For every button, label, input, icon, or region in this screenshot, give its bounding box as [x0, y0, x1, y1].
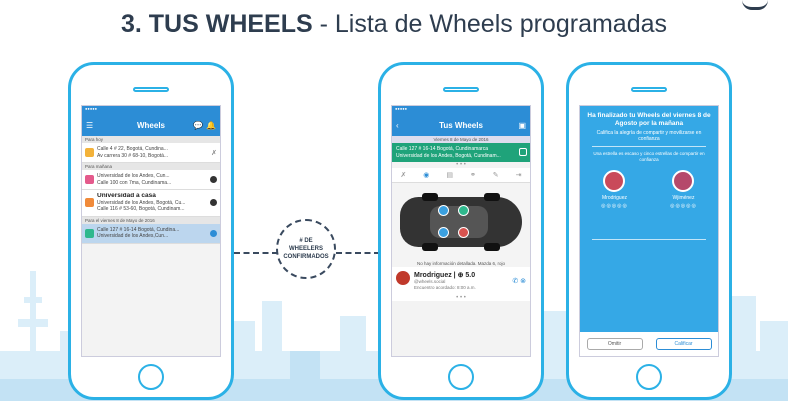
- badge-line-1: # DE WHEELERS: [288, 238, 323, 252]
- walk-icon[interactable]: ✗: [400, 171, 406, 179]
- route-destination: Universidad de los Andes, Bogotá, Cundin…: [396, 152, 501, 159]
- seat-driver[interactable]: [458, 227, 469, 238]
- confirmed-count-icon: [210, 176, 217, 183]
- phone-wheel-detail: ●●●●● ‹ Tus Wheels ▣ Viernes 8 de Mayo d…: [378, 62, 544, 400]
- section-label-friday: Para el viernes 8 de Mayo de 2016: [82, 216, 220, 224]
- phone-speaker: [443, 87, 479, 92]
- phone-speaker: [133, 87, 169, 92]
- home-button: [636, 364, 662, 390]
- walk-icon: ✗: [211, 149, 217, 157]
- car-icon[interactable]: ◉: [423, 171, 429, 179]
- car-seat-view: No hay información detallada. Mazda 6, r…: [392, 183, 530, 267]
- menu-icon[interactable]: ☰: [86, 121, 93, 130]
- screen-wheels-list: ●●●●● ☰ Wheels 💬 🔔 Para hoy Calle 4 # 22…: [81, 105, 221, 357]
- trip-row[interactable]: Calle 4 # 22, Bogotá, Cundina... Av carre…: [82, 143, 220, 163]
- share-icon[interactable]: ⚭: [470, 171, 476, 179]
- trip-destination: Av carrera 30 # 68-10, Bogotá...: [97, 152, 169, 159]
- section-label-today: Para hoy: [82, 136, 220, 143]
- meeting-status: Encuentro acordado: 8:00 a.m.: [414, 285, 476, 290]
- trip-row[interactable]: Universidad a casa Universidad de los And…: [82, 190, 220, 217]
- connector-line-left: [234, 252, 278, 254]
- calendar-icon[interactable]: ▤: [446, 171, 453, 179]
- trip-row[interactable]: Universidad de los Andes, Cun... Calle 10…: [82, 170, 220, 190]
- corner-mark: [742, 0, 768, 10]
- date-strip: Viernes 8 de Mayo de 2016: [392, 136, 530, 143]
- trip-destination: Calle 116 # 53-60, Bogotá, Cundinam...: [97, 206, 185, 212]
- driver-name: Mrodriguez | ⊕ 5.0: [414, 272, 476, 279]
- rate-button[interactable]: Calificar: [655, 338, 712, 350]
- car-icon: [85, 228, 94, 238]
- seat-occupied[interactable]: [438, 227, 449, 238]
- trip-destination: Universidad de los Andes,Cun...: [97, 233, 169, 239]
- confirmed-count-icon: [210, 199, 217, 207]
- edit-icon[interactable]: ✎: [493, 171, 499, 179]
- screen-wheel-detail: ●●●●● ‹ Tus Wheels ▣ Viernes 8 de Mayo d…: [391, 105, 531, 357]
- car-top-view: [400, 193, 522, 251]
- phone-call-icon[interactable]: ✆ ⊗: [512, 277, 526, 285]
- car-icon: [85, 198, 94, 208]
- section-label-tomorrow: Para mañana: [82, 163, 220, 170]
- people-to-rate: Mrodriguez ◎◎◎◎◎ Wjiménez ◎◎◎◎◎: [580, 170, 718, 209]
- bell-icon[interactable]: 🔔: [206, 121, 216, 130]
- tire: [484, 243, 500, 251]
- nav-title: Tus Wheels: [439, 120, 483, 130]
- car-info-note: No hay información detallada. Mazda 6, r…: [416, 261, 506, 266]
- screen-rate-wheel: Ha finalizado tu Wheels del viernes 8 de…: [579, 105, 719, 357]
- confirmed-wheelers-badge: # DE WHEELERS CONFIRMADOS: [276, 219, 336, 279]
- map-icon[interactable]: ▣: [518, 121, 526, 130]
- car-icon: [85, 148, 94, 157]
- chat-icon[interactable]: 💬: [193, 121, 203, 130]
- trip-row-selected[interactable]: Calle 127 # 16-14 Bogotá, Cundina... Univ…: [82, 223, 220, 244]
- seat-occupied[interactable]: [438, 205, 449, 216]
- avatar: [396, 271, 410, 285]
- pager-dots: • • •: [392, 295, 530, 301]
- home-button: [138, 364, 164, 390]
- omit-button[interactable]: Omitir: [586, 338, 643, 350]
- rating-instruction: Una estrella es escaso y cinco estrellas…: [593, 151, 705, 162]
- tire: [484, 193, 500, 201]
- slide-title: 3. TUS WHEELS - Lista de Wheels programa…: [120, 10, 668, 38]
- star-rating-input[interactable]: ◎◎◎◎◎: [601, 203, 628, 209]
- star-rating-input[interactable]: ◎◎◎◎◎: [670, 203, 697, 209]
- rating-subtitle: Califica la alegría de compartir y movil…: [596, 130, 702, 142]
- route-map-icon[interactable]: [519, 148, 527, 156]
- confirmed-count-icon: [210, 229, 217, 237]
- phone-rate-wheel: Ha finalizado tu Wheels del viernes 8 de…: [566, 62, 732, 400]
- person-name: Mrodriguez: [601, 195, 627, 201]
- rating-heading: Ha finalizado tu Wheels del viernes 8 de…: [587, 112, 711, 127]
- trip-destination: Calle 100 con 7ma, Cundinama...: [97, 179, 172, 186]
- tire: [422, 243, 438, 251]
- exit-icon[interactable]: ⇥: [516, 171, 522, 179]
- person-name: Wjiménez: [672, 195, 695, 201]
- phone-speaker: [631, 87, 667, 92]
- home-button: [448, 364, 474, 390]
- tire: [422, 193, 438, 201]
- back-icon[interactable]: ‹: [396, 121, 399, 130]
- divider: [592, 239, 706, 240]
- action-tabs: ✗ ◉ ▤ ⚭ ✎ ⇥: [392, 168, 530, 183]
- status-bar: ●●●●●: [392, 106, 530, 114]
- badge-line-2: CONFIRMADOS: [283, 254, 329, 260]
- avatar: [672, 170, 695, 192]
- person-card: Mrodriguez ◎◎◎◎◎: [601, 170, 628, 209]
- avatar: [603, 170, 626, 192]
- divider: [592, 146, 706, 147]
- route-banner: Calle 127 # 16-14 Bogotá, Cundinamarca U…: [392, 143, 530, 162]
- person-card: Wjiménez ◎◎◎◎◎: [670, 170, 697, 209]
- car-icon: [85, 175, 94, 184]
- nav-bar: ☰ Wheels 💬 🔔: [82, 114, 220, 136]
- phone-wheels-list: ●●●●● ☰ Wheels 💬 🔔 Para hoy Calle 4 # 22…: [68, 62, 234, 400]
- rating-actions: Omitir Calificar: [580, 332, 718, 356]
- driver-card[interactable]: Mrodriguez | ⊕ 5.0 @wheels.social Encuen…: [392, 267, 530, 295]
- seat-occupied[interactable]: [458, 205, 469, 216]
- status-bar: ●●●●●: [82, 106, 220, 114]
- nav-bar: ‹ Tus Wheels ▣: [392, 114, 530, 136]
- connector-line-right: [336, 252, 380, 254]
